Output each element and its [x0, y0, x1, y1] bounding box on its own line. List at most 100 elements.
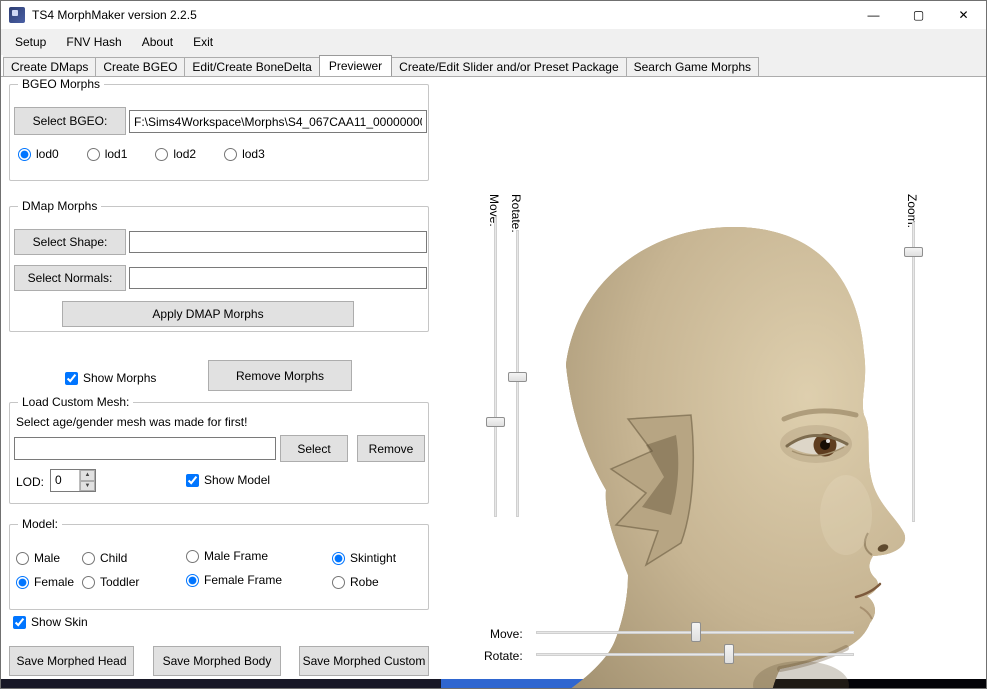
move-bottom-label: Move: [490, 627, 523, 641]
app-icon [9, 7, 25, 23]
custom-mesh-remove-button[interactable]: Remove [357, 435, 425, 462]
zoom-vertical-slider-track[interactable] [912, 222, 915, 522]
tab-strip: Create DMaps Create BGEO Edit/Create Bon… [3, 55, 986, 76]
move-vertical-slider-thumb[interactable] [486, 417, 505, 427]
robe-radio-input[interactable] [332, 576, 345, 589]
zoom-vertical-slider-thumb[interactable] [904, 247, 923, 257]
show-model-checkbox[interactable]: Show Model [186, 473, 270, 487]
rotate-horizontal-slider-track[interactable] [536, 653, 854, 656]
close-button[interactable]: ✕ [941, 1, 986, 29]
male-label: Male [34, 551, 60, 565]
lod3-radio[interactable]: lod3 [224, 147, 265, 161]
select-shape-button[interactable]: Select Shape: [14, 229, 126, 255]
female-frame-radio-input[interactable] [186, 574, 199, 587]
female-radio[interactable]: Female [16, 575, 74, 589]
rotate-vertical-label: Rotate: [509, 194, 523, 233]
rotate-horizontal-slider[interactable] [536, 644, 854, 665]
tab-create-edit-slider-preset[interactable]: Create/Edit Slider and/or Preset Package [391, 57, 626, 76]
move-vertical-slider[interactable] [486, 217, 506, 517]
male-frame-label: Male Frame [204, 549, 268, 563]
child-radio-input[interactable] [82, 552, 95, 565]
male-frame-radio-input[interactable] [186, 550, 199, 563]
show-morphs-checkbox-input[interactable] [65, 372, 78, 385]
lod1-radio-input[interactable] [87, 148, 100, 161]
female-frame-label: Female Frame [204, 573, 282, 587]
maximize-button[interactable]: ▢ [896, 1, 941, 29]
mesh-hint-label: Select age/gender mesh was made for firs… [16, 415, 247, 429]
model-group-label: Model: [18, 517, 62, 531]
taskbar-segment-dark [1, 679, 441, 688]
show-skin-label: Show Skin [31, 615, 88, 629]
menu-bar: Setup FNV Hash About Exit [1, 29, 986, 55]
male-radio[interactable]: Male [16, 551, 60, 565]
show-skin-checkbox[interactable]: Show Skin [13, 615, 88, 629]
tab-search-game-morphs[interactable]: Search Game Morphs [626, 57, 759, 76]
lod3-radio-input[interactable] [224, 148, 237, 161]
show-morphs-label: Show Morphs [83, 371, 156, 385]
apply-dmap-morphs-button[interactable]: Apply DMAP Morphs [62, 301, 354, 327]
move-horizontal-slider[interactable] [536, 622, 854, 643]
lod2-radio[interactable]: lod2 [155, 147, 196, 161]
female-radio-input[interactable] [16, 576, 29, 589]
tab-edit-create-bonedelta[interactable]: Edit/Create BoneDelta [184, 57, 319, 76]
lod-label: LOD: [16, 475, 44, 489]
lod0-radio-input[interactable] [18, 148, 31, 161]
previewer-panel: BGEO Morphs Select BGEO: lod0 lod1 lod2 … [1, 76, 986, 679]
lod0-label: lod0 [36, 147, 59, 161]
shape-path-input[interactable] [129, 231, 427, 253]
lod0-radio[interactable]: lod0 [18, 147, 59, 161]
lod2-label: lod2 [173, 147, 196, 161]
tab-create-bgeo[interactable]: Create BGEO [95, 57, 185, 76]
rotate-bottom-label: Rotate: [484, 649, 523, 663]
save-morphed-head-button[interactable]: Save Morphed Head [9, 646, 134, 676]
child-radio[interactable]: Child [82, 551, 127, 565]
tab-previewer[interactable]: Previewer [319, 55, 392, 76]
lod-stepper-up-icon[interactable]: ▲ [80, 470, 95, 481]
select-normals-button[interactable]: Select Normals: [14, 265, 126, 291]
skintight-label: Skintight [350, 551, 396, 565]
female-frame-radio[interactable]: Female Frame [186, 573, 282, 587]
select-bgeo-button[interactable]: Select BGEO: [14, 107, 126, 135]
custom-mesh-path-input[interactable] [14, 437, 276, 460]
show-skin-checkbox-input[interactable] [13, 616, 26, 629]
show-morphs-checkbox[interactable]: Show Morphs [65, 371, 156, 385]
lod3-label: lod3 [242, 147, 265, 161]
minimize-button[interactable]: — [851, 1, 896, 29]
show-model-checkbox-input[interactable] [186, 474, 199, 487]
skintight-radio-input[interactable] [332, 552, 345, 565]
skintight-radio[interactable]: Skintight [332, 551, 396, 565]
toddler-radio-input[interactable] [82, 576, 95, 589]
save-morphed-body-button[interactable]: Save Morphed Body [153, 646, 281, 676]
menu-exit[interactable]: Exit [183, 29, 223, 55]
model-preview-render [516, 215, 921, 689]
custom-mesh-select-button[interactable]: Select [280, 435, 348, 462]
male-frame-radio[interactable]: Male Frame [186, 549, 268, 563]
lod1-radio[interactable]: lod1 [87, 147, 128, 161]
rotate-horizontal-slider-thumb[interactable] [724, 644, 734, 664]
robe-radio[interactable]: Robe [332, 575, 379, 589]
rotate-vertical-slider[interactable] [508, 230, 528, 517]
window-title: TS4 MorphMaker version 2.2.5 [32, 8, 197, 22]
move-vertical-slider-track[interactable] [494, 217, 497, 517]
lod-stepper[interactable]: 0 ▲ ▼ [50, 469, 96, 492]
load-custom-mesh-group: Load Custom Mesh: Select age/gender mesh… [9, 402, 429, 504]
zoom-vertical-slider[interactable] [904, 222, 924, 522]
save-morphed-custom-button[interactable]: Save Morphed Custom [299, 646, 429, 676]
normals-path-input[interactable] [129, 267, 427, 289]
bgeo-path-input[interactable] [129, 110, 427, 133]
lod2-radio-input[interactable] [155, 148, 168, 161]
male-radio-input[interactable] [16, 552, 29, 565]
robe-label: Robe [350, 575, 379, 589]
lod-stepper-down-icon[interactable]: ▼ [80, 481, 95, 492]
child-label: Child [100, 551, 127, 565]
move-horizontal-slider-thumb[interactable] [691, 622, 701, 642]
menu-about[interactable]: About [132, 29, 183, 55]
toddler-radio[interactable]: Toddler [82, 575, 139, 589]
remove-morphs-button[interactable]: Remove Morphs [208, 360, 352, 391]
rotate-vertical-slider-thumb[interactable] [508, 372, 527, 382]
tab-create-dmaps[interactable]: Create DMaps [3, 57, 96, 76]
menu-fnv-hash[interactable]: FNV Hash [56, 29, 131, 55]
show-model-label: Show Model [204, 473, 270, 487]
menu-setup[interactable]: Setup [5, 29, 56, 55]
title-bar: TS4 MorphMaker version 2.2.5 — ▢ ✕ [1, 1, 986, 29]
